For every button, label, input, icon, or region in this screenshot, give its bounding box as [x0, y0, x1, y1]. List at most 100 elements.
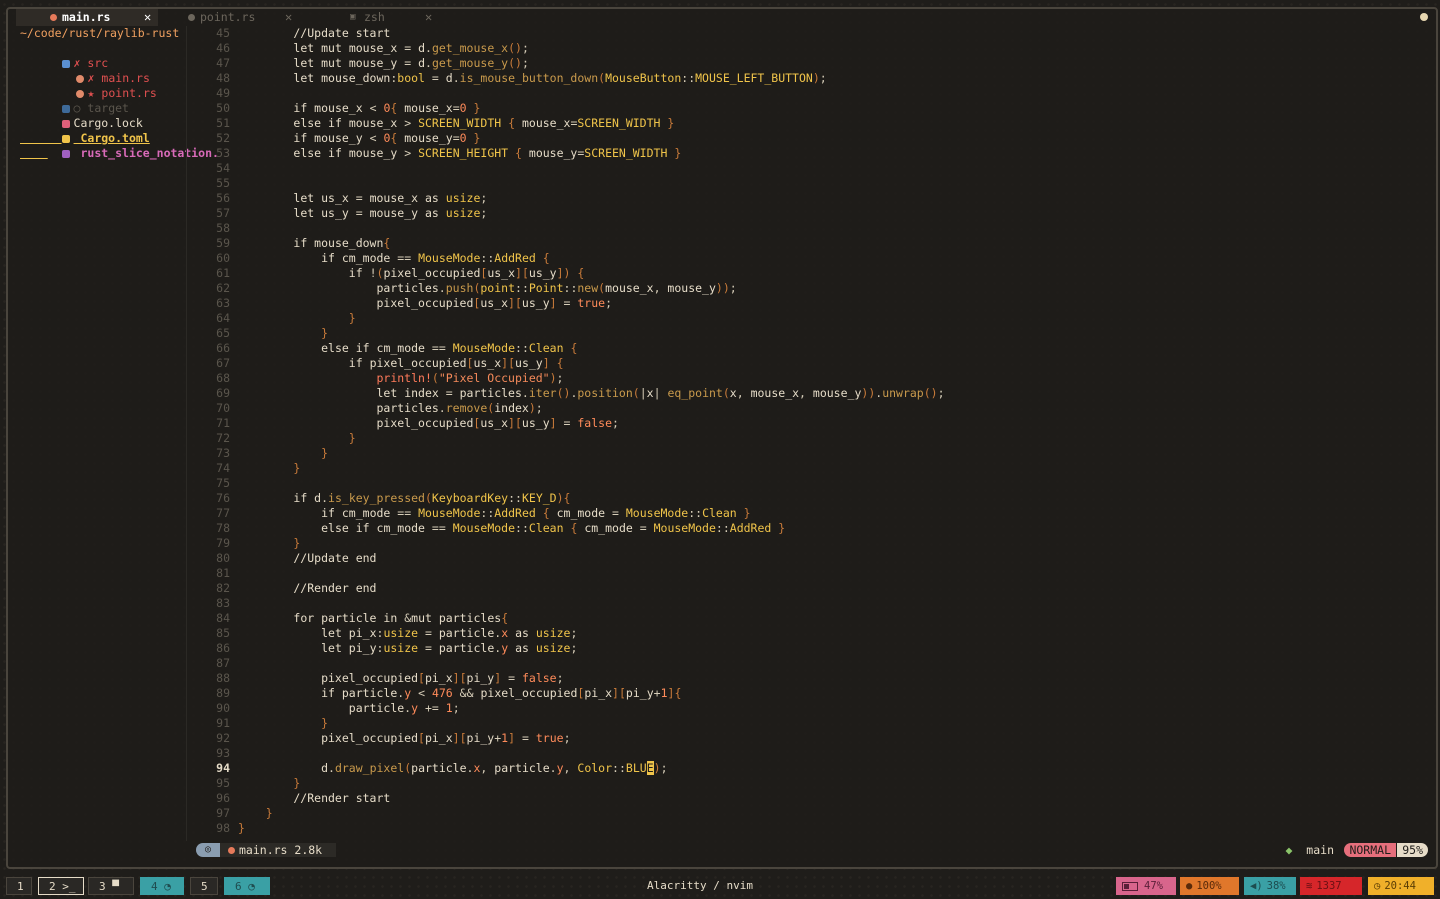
- file-tree-item-cargo-lock[interactable]: Cargo.lock: [20, 101, 143, 130]
- code-text: let us_y = mouse_y as usize;: [293, 206, 488, 220]
- code-line[interactable]: 67 if pixel_occupied[us_x][us_y] {: [188, 356, 1428, 371]
- code-text: pixel_occupied[pi_x][pi_y] = false;: [238, 671, 564, 685]
- code-line[interactable]: 91 }: [188, 716, 1428, 731]
- code-line[interactable]: 57 let us_y = mouse_y as usize;: [188, 206, 1428, 221]
- code-line[interactable]: 81: [188, 566, 1428, 581]
- code-editor[interactable]: 45 //Update start 46 let mut mouse_x = d.…: [188, 26, 1434, 841]
- microphone-level: 100%: [1196, 880, 1222, 892]
- code-line[interactable]: 87: [188, 656, 1428, 671]
- code-line[interactable]: 96 //Render start: [188, 791, 1428, 806]
- code-line[interactable]: 73 }: [188, 446, 1428, 461]
- code-text: println!("Pixel Occupied");: [376, 371, 564, 385]
- line-number: 69: [216, 386, 230, 400]
- code-line[interactable]: 94 d.draw_pixel(particle.x, particle.y, …: [188, 761, 1428, 776]
- code-line[interactable]: 69 let index = particles.iter().position…: [188, 386, 1428, 401]
- code-line[interactable]: 52 if mouse_y < 0{ mouse_y=0 }: [188, 131, 1428, 146]
- line-number: 54: [216, 161, 230, 175]
- tab-zsh[interactable]: ▣ zsh ✕: [314, 9, 444, 26]
- code-line[interactable]: 46 let mut mouse_x = d.get_mouse_x();: [188, 41, 1428, 56]
- code-line[interactable]: 58: [188, 221, 1428, 236]
- code-line[interactable]: 85 let pi_x:usize = particle.x as usize;: [188, 626, 1428, 641]
- line-number: 98: [216, 821, 230, 835]
- code-line[interactable]: 47 let mut mouse_y = d.get_mouse_y();: [188, 56, 1428, 71]
- code-line[interactable]: 48 let mouse_down:bool = d.is_mouse_butt…: [188, 71, 1428, 86]
- code-line[interactable]: 92 pixel_occupied[pi_x][pi_y+1] = true;: [188, 731, 1428, 746]
- code-text: pixel_occupied[pi_x][pi_y+1] = true;: [238, 731, 571, 745]
- line-number: 47: [216, 56, 230, 70]
- code-line[interactable]: 75: [188, 476, 1428, 491]
- microphone-widget[interactable]: ● 100%: [1180, 877, 1239, 895]
- volume-widget[interactable]: ◀) 38%: [1244, 877, 1296, 895]
- line-number: 83: [216, 596, 230, 610]
- file-tree-item-cargo-toml[interactable]: Cargo.toml: [20, 116, 150, 145]
- code-line[interactable]: 78 else if cm_mode == MouseMode::Clean {…: [188, 521, 1428, 536]
- tabline: main.rs ✕ point.rs ✕ ▣ zsh ✕: [8, 9, 1436, 26]
- code-line[interactable]: 54: [188, 161, 1428, 176]
- code-text: let mut mouse_y = d.get_mouse_y();: [293, 56, 529, 70]
- status-line: ◎ main.rs 2.8k ◆ main NORMAL 95%: [188, 841, 1434, 859]
- code-line[interactable]: 86 let pi_y:usize = particle.y as usize;: [188, 641, 1428, 656]
- code-line[interactable]: 64 }: [188, 311, 1428, 326]
- status-filename: main.rs: [239, 843, 288, 857]
- file-tree-item-main-rs[interactable]: ✗ main.rs: [34, 56, 150, 85]
- line-number: 96: [216, 791, 230, 805]
- tab-main-rs[interactable]: main.rs ✕: [16, 9, 158, 26]
- code-line[interactable]: 59 if mouse_down{: [188, 236, 1428, 251]
- code-text: if mouse_y < 0{ mouse_y=0 }: [293, 131, 481, 145]
- line-number: 97: [216, 806, 230, 820]
- tab-point-rs[interactable]: point.rs ✕: [154, 9, 304, 26]
- code-line[interactable]: 55: [188, 176, 1428, 191]
- close-icon[interactable]: ✕: [285, 9, 292, 26]
- code-text: }: [348, 431, 356, 445]
- close-icon[interactable]: ✕: [425, 9, 432, 26]
- code-line[interactable]: 51 else if mouse_x > SCREEN_WIDTH { mous…: [188, 116, 1428, 131]
- code-line[interactable]: 95 }: [188, 776, 1428, 791]
- line-number: 77: [216, 506, 230, 520]
- code-line[interactable]: 60 if cm_mode == MouseMode::AddRed {: [188, 251, 1428, 266]
- wifi-widget[interactable]: ≋ 1337: [1300, 877, 1362, 895]
- code-line[interactable]: 45 //Update start: [188, 26, 1428, 41]
- code-line[interactable]: 80 //Update end: [188, 551, 1428, 566]
- file-tree-item-target[interactable]: ○ target: [20, 86, 129, 115]
- code-line[interactable]: 72 }: [188, 431, 1428, 446]
- code-line[interactable]: 74 }: [188, 461, 1428, 476]
- clock-icon: ◷: [1374, 880, 1381, 892]
- code-line[interactable]: 83: [188, 596, 1428, 611]
- file-tree-item-src[interactable]: ✗ src: [20, 41, 108, 70]
- line-number: 85: [216, 626, 230, 640]
- code-line[interactable]: 50 if mouse_x < 0{ mouse_x=0 }: [188, 101, 1428, 116]
- code-line[interactable]: 88 pixel_occupied[pi_x][pi_y] = false;: [188, 671, 1428, 686]
- code-line[interactable]: 49: [188, 86, 1428, 101]
- code-line[interactable]: 98}: [188, 821, 1428, 836]
- code-line[interactable]: 53 else if mouse_y > SCREEN_HEIGHT { mou…: [188, 146, 1428, 161]
- code-line[interactable]: 76 if d.is_key_pressed(KeyboardKey::KEY_…: [188, 491, 1428, 506]
- code-line[interactable]: 61 if !(pixel_occupied[us_x][us_y]) {: [188, 266, 1428, 281]
- system-bar: 1 2 >_ 3 ▀ 4 ◔ 5 6 ◔ Alacritty / nvim 47…: [0, 872, 1440, 899]
- code-line[interactable]: 70 particles.remove(index);: [188, 401, 1428, 416]
- code-line[interactable]: 84 for particle in &mut particles{: [188, 611, 1428, 626]
- code-line[interactable]: 65 }: [188, 326, 1428, 341]
- code-line[interactable]: 66 else if cm_mode == MouseMode::Clean {: [188, 341, 1428, 356]
- file-tree-item-point-rs[interactable]: ★ point.rs: [34, 71, 157, 100]
- close-icon[interactable]: ✕: [144, 9, 151, 26]
- code-text: let pi_x:usize = particle.x as usize;: [321, 626, 578, 640]
- code-line[interactable]: 89 if particle.y < 476 && pixel_occupied…: [188, 686, 1428, 701]
- code-line[interactable]: 93: [188, 746, 1428, 761]
- clock-widget[interactable]: ◷ 20:44: [1368, 877, 1434, 895]
- code-line[interactable]: 77 if cm_mode == MouseMode::AddRed { cm_…: [188, 506, 1428, 521]
- code-line[interactable]: 79 }: [188, 536, 1428, 551]
- code-line[interactable]: 62 particles.push(point::Point::new(mous…: [188, 281, 1428, 296]
- code-line[interactable]: 63 pixel_occupied[us_x][us_y] = true;: [188, 296, 1428, 311]
- code-text: let mut mouse_x = d.get_mouse_x();: [293, 41, 529, 55]
- code-line[interactable]: 82 //Render end: [188, 581, 1428, 596]
- code-line[interactable]: 68 println!("Pixel Occupied");: [188, 371, 1428, 386]
- code-line[interactable]: 97 }: [188, 806, 1428, 821]
- line-number: 95: [216, 776, 230, 790]
- code-line[interactable]: 56 let us_x = mouse_x as usize;: [188, 191, 1428, 206]
- wifi-icon: ≋: [1306, 880, 1313, 892]
- code-text: if cm_mode == MouseMode::AddRed {: [321, 251, 550, 265]
- line-number: 92: [216, 731, 230, 745]
- code-line[interactable]: 71 pixel_occupied[us_x][us_y] = false;: [188, 416, 1428, 431]
- battery-widget[interactable]: 47%: [1116, 877, 1176, 895]
- code-line[interactable]: 90 particle.y += 1;: [188, 701, 1428, 716]
